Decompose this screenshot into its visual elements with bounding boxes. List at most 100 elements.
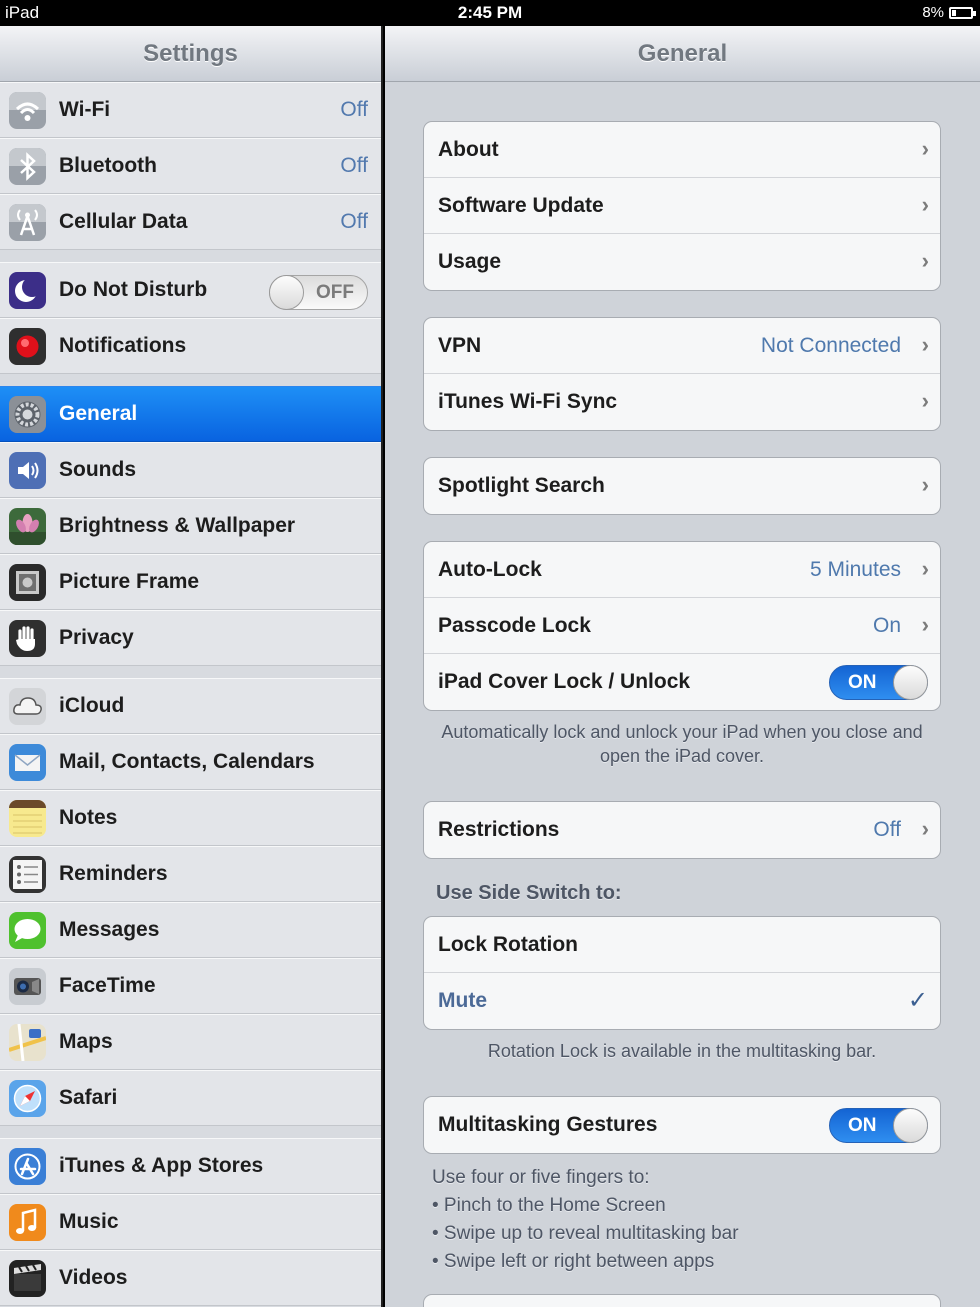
sidebar-item-label: FaceTime (59, 974, 156, 997)
sidebar-item-label: Mail, Contacts, Calendars (59, 750, 315, 773)
safari-icon (9, 1080, 46, 1117)
sidebar-item-label: Maps (59, 1030, 113, 1053)
mute-row[interactable]: Mute ✓ (424, 973, 940, 1029)
passcode-lock-row[interactable]: Passcode Lock On › (424, 598, 940, 654)
gestures-intro: Use four or five fingers to: (432, 1167, 650, 1188)
cover-lock-note: Automatically lock and unlock your iPad … (441, 722, 923, 766)
bluetooth-icon (9, 148, 46, 185)
sidebar-item-safari[interactable]: Safari (0, 1070, 381, 1126)
sidebar-item-label: Cellular Data (59, 210, 188, 233)
wifi-icon (9, 92, 46, 129)
videos-icon (9, 1260, 46, 1297)
page-title: General (637, 40, 728, 67)
sidebar-item-label: Music (59, 1210, 119, 1233)
sidebar-item-reminders[interactable]: Reminders (0, 846, 381, 902)
sidebar-item-privacy[interactable]: Privacy (0, 610, 381, 666)
sidebar-item-label: Videos (59, 1266, 128, 1289)
row-label: Mute (438, 989, 487, 1012)
multitasking-toggle[interactable]: ON (829, 1108, 928, 1143)
lock-rotation-row[interactable]: Lock Rotation (424, 917, 940, 973)
sidebar-item-general[interactable]: General (0, 386, 381, 442)
side-switch-header: Use Side Switch to: (436, 882, 622, 904)
sidebar-item-cellular-data[interactable]: Cellular Data Off (0, 194, 381, 250)
chevron-right-icon: › (921, 556, 929, 581)
sidebar-item-label: Picture Frame (59, 570, 200, 593)
speaker-icon (9, 452, 46, 489)
multitasking-gestures-row: Multitasking Gestures ON (424, 1097, 940, 1153)
messages-icon (9, 912, 46, 949)
do-not-disturb-toggle[interactable]: OFF (269, 275, 368, 310)
restrictions-row[interactable]: Restrictions Off › (424, 802, 940, 858)
facetime-icon (9, 968, 46, 1005)
row-value: Off (873, 818, 901, 841)
row-label: About (438, 138, 499, 161)
row-label: Auto-Lock (438, 558, 542, 581)
notifications-icon (9, 328, 46, 365)
sidebar-item-label: Notes (59, 806, 118, 829)
settings-sidebar: Settings Wi-Fi Off Bluetooth Off Cellula… (0, 26, 383, 1307)
sidebar-item-icloud[interactable]: iCloud (0, 678, 381, 734)
mail-icon (9, 744, 46, 781)
row-label: Passcode Lock (438, 614, 591, 637)
sidebar-item-mail-contacts-calendars[interactable]: Mail, Contacts, Calendars (0, 734, 381, 790)
flower-icon (9, 508, 46, 545)
checkmark-icon: ✓ (907, 987, 928, 1014)
gesture-item: • Swipe up to reveal multitasking bar (432, 1223, 739, 1244)
sidebar-item-facetime[interactable]: FaceTime (0, 958, 381, 1014)
software-update-row[interactable]: Software Update › (424, 178, 940, 234)
sidebar-item-bluetooth[interactable]: Bluetooth Off (0, 138, 381, 194)
gestures-description: Use four or five fingers to: • Pinch to … (432, 1164, 952, 1276)
cover-lock-toggle[interactable]: ON (829, 665, 928, 700)
gear-icon (9, 396, 46, 433)
sidebar-item-notifications[interactable]: Notifications (0, 318, 381, 374)
sidebar-item-label: Reminders (59, 862, 168, 885)
sidebar-item-label: Privacy (59, 626, 134, 649)
moon-icon (9, 272, 46, 309)
row-label: Multitasking Gestures (438, 1113, 658, 1136)
sidebar-item-brightness-wallpaper[interactable]: Brightness & Wallpaper (0, 498, 381, 554)
sidebar-item-messages[interactable]: Messages (0, 902, 381, 958)
row-label: Restrictions (438, 818, 560, 841)
sidebar-item-value: Off (340, 210, 368, 233)
sidebar-item-wifi[interactable]: Wi-Fi Off (0, 82, 381, 138)
itunes-wifi-sync-row[interactable]: iTunes Wi-Fi Sync › (424, 374, 940, 430)
sidebar-item-sounds[interactable]: Sounds (0, 442, 381, 498)
spotlight-search-row[interactable]: Spotlight Search › (424, 458, 940, 514)
sidebar-item-picture-frame[interactable]: Picture Frame (0, 554, 381, 610)
multitasking-group: Multitasking Gestures ON (423, 1096, 941, 1154)
about-row[interactable]: About › (424, 122, 940, 178)
cellular-icon (9, 204, 46, 241)
sidebar-item-music[interactable]: Music (0, 1194, 381, 1250)
gesture-item: • Pinch to the Home Screen (432, 1195, 666, 1216)
usage-row[interactable]: Usage › (424, 234, 940, 290)
row-label: VPN (438, 334, 482, 357)
chevron-right-icon: › (921, 612, 929, 637)
row-value: Not Connected (760, 334, 901, 357)
row-value: On (872, 614, 901, 637)
gesture-item: • Swipe left or right between apps (432, 1251, 715, 1272)
sidebar-item-notes[interactable]: Notes (0, 790, 381, 846)
sidebar-item-label: Safari (59, 1086, 118, 1109)
reminders-icon (9, 856, 46, 893)
battery-icon (949, 7, 976, 19)
picture-frame-icon (9, 564, 46, 601)
maps-icon (9, 1024, 46, 1061)
battery-percent: 8% (922, 4, 944, 21)
cover-lock-row: iPad Cover Lock / Unlock ON (424, 654, 940, 710)
sidebar-item-do-not-disturb[interactable]: Do Not Disturb OFF (0, 262, 381, 318)
sidebar-item-itunes-app-stores[interactable]: iTunes & App Stores (0, 1138, 381, 1194)
rotation-note: Rotation Lock is available in the multit… (487, 1041, 877, 1061)
vpn-row[interactable]: VPN Not Connected › (424, 318, 940, 374)
sidebar-item-maps[interactable]: Maps (0, 1014, 381, 1070)
sidebar-item-label: Wi-Fi (59, 98, 111, 121)
row-label: iPad Cover Lock / Unlock (438, 670, 691, 693)
general-navbar: General (385, 26, 980, 82)
sidebar-item-label: iCloud (59, 694, 125, 717)
auto-lock-row[interactable]: Auto-Lock 5 Minutes › (424, 542, 940, 598)
row-label: Lock Rotation (438, 933, 578, 956)
network-group: VPN Not Connected › iTunes Wi-Fi Sync › (423, 317, 941, 431)
sidebar-item-videos[interactable]: Videos (0, 1250, 381, 1306)
